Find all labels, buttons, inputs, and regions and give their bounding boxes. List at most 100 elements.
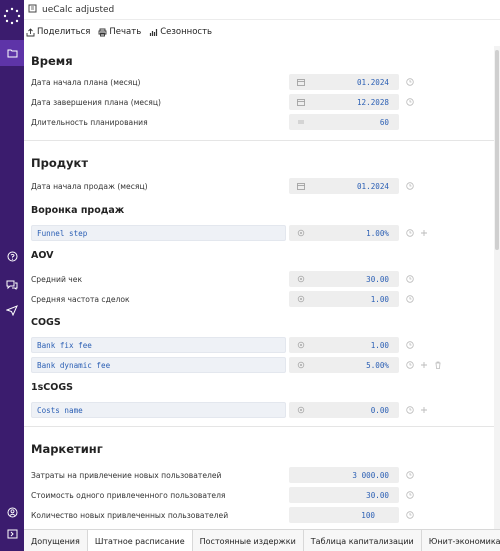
history-icon[interactable] <box>405 341 414 350</box>
field-value: 1.00% <box>366 228 389 238</box>
field-value: 12.2028 <box>356 97 389 107</box>
row-label: Количество новых привлеченных пользовате… <box>31 511 229 520</box>
sidebar <box>0 0 24 551</box>
title-bar: ueCalc adjusted <box>24 0 500 20</box>
subsection-title-funnel: Воронка продаж <box>31 205 125 216</box>
user-icon <box>7 507 17 517</box>
blank <box>296 471 305 480</box>
history-icon[interactable] <box>405 275 414 284</box>
history-icon[interactable] <box>405 182 414 191</box>
new-users-count-input[interactable]: 100 <box>289 507 399 523</box>
costs-item-name[interactable]: Costs name <box>31 402 286 418</box>
app-title: ueCalc adjusted <box>42 4 115 15</box>
printer-icon <box>98 28 107 36</box>
history-icon[interactable] <box>405 295 414 304</box>
add-icon[interactable] <box>419 361 428 370</box>
settings-icon <box>296 406 305 415</box>
history-icon[interactable] <box>405 491 414 500</box>
sidebar-item-chat[interactable] <box>0 274 24 294</box>
settings-icon <box>296 341 305 350</box>
field-value: 1.00 <box>370 294 389 304</box>
deal-frequency-input[interactable]: 1.00 <box>289 291 399 307</box>
calendar-icon <box>296 78 305 87</box>
row-label: Средняя частота сделок <box>31 295 130 304</box>
seasonality-label: Сезонность <box>160 27 213 37</box>
field-value: 100 <box>361 510 375 520</box>
divider <box>24 426 494 427</box>
avg-check-input[interactable]: 30.00 <box>289 271 399 287</box>
divider <box>24 140 494 141</box>
costs-name-input[interactable]: 0.00 <box>289 402 399 418</box>
delete-icon[interactable] <box>433 361 442 370</box>
field-value: 30.00 <box>366 490 389 500</box>
subsection-title-aov: AOV <box>31 250 54 261</box>
equals-icon <box>296 118 305 127</box>
acquisition-cost-input[interactable]: 3 000.00 <box>289 467 399 483</box>
bar-chart-icon <box>150 28 158 36</box>
plan-duration-field: 60 <box>289 114 399 130</box>
tab-fixed-costs[interactable]: Постоянные издержки <box>193 530 304 551</box>
field-value: 01.2024 <box>356 77 389 87</box>
share-button[interactable]: Поделиться <box>26 27 90 37</box>
print-label: Печать <box>109 27 142 37</box>
plan-start-input[interactable]: 01.2024 <box>289 74 399 90</box>
sidebar-item-account[interactable] <box>0 502 24 522</box>
settings-icon <box>296 361 305 370</box>
add-icon[interactable] <box>419 406 428 415</box>
scrollbar-thumb[interactable] <box>495 50 499 250</box>
section-title-marketing: Маркетинг <box>31 442 103 456</box>
history-icon[interactable] <box>405 229 414 238</box>
section-title-time: Время <box>31 54 73 68</box>
sidebar-item-help[interactable] <box>0 246 24 266</box>
tab-cap-table[interactable]: Таблица капитализации <box>304 530 422 551</box>
funnel-step-input[interactable]: 1.00% <box>289 225 399 241</box>
sidebar-item-send[interactable] <box>0 300 24 320</box>
field-value: 0.00 <box>370 405 389 415</box>
cost-per-user-input[interactable]: 30.00 <box>289 487 399 503</box>
tab-unit-economics[interactable]: Юнит-экономика <box>422 530 500 551</box>
print-button[interactable]: Печать <box>98 27 141 37</box>
sales-start-input[interactable]: 01.2024 <box>289 178 399 194</box>
sidebar-item-collapse[interactable] <box>0 524 24 544</box>
tab-staffing[interactable]: Штатное расписание <box>87 530 193 551</box>
bank-dynamic-fee-input[interactable]: 5.00% <box>289 357 399 373</box>
field-value: 30.00 <box>366 274 389 284</box>
field-value: 01.2024 <box>356 181 389 191</box>
cogs-item-name[interactable]: Bank dynamic fee <box>31 357 286 373</box>
history-icon[interactable] <box>405 406 414 415</box>
field-value: 60 <box>379 117 389 127</box>
toolbar: Поделиться Печать Сезонность <box>24 24 500 40</box>
history-icon[interactable] <box>405 511 414 520</box>
field-value: 3 000.00 <box>352 470 389 480</box>
add-icon[interactable] <box>419 229 428 238</box>
row-label: Дата начала продаж (месяц) <box>31 182 148 191</box>
row-label: Средний чек <box>31 275 83 284</box>
funnel-step-name[interactable]: Funnel step <box>31 225 286 241</box>
history-icon[interactable] <box>405 78 414 87</box>
app-logo-icon <box>2 6 22 26</box>
app-title-icon <box>28 4 37 16</box>
expand-icon <box>7 529 17 539</box>
tab-assumptions[interactable]: Допущения <box>24 530 88 551</box>
section-title-product: Продукт <box>31 156 89 170</box>
bank-fix-fee-input[interactable]: 1.00 <box>289 337 399 353</box>
calendar-icon <box>296 98 305 107</box>
send-icon <box>6 304 18 316</box>
row-label: Затраты на привлечение новых пользовател… <box>31 471 222 480</box>
row-label: Стоимость одного привлеченного пользоват… <box>31 491 226 500</box>
blank <box>296 491 305 500</box>
subsection-title-1scogs: 1sCOGS <box>31 382 73 393</box>
sheet-tabs: Допущения Штатное расписание Постоянные … <box>24 529 500 551</box>
plan-end-input[interactable]: 12.2028 <box>289 94 399 110</box>
blank <box>296 511 305 520</box>
assumptions-panel: Время Дата начала плана (месяц) 01.2024 … <box>24 46 494 529</box>
history-icon[interactable] <box>405 361 414 370</box>
sidebar-item-files[interactable] <box>0 40 24 66</box>
seasonality-button[interactable]: Сезонность <box>149 27 212 37</box>
cogs-item-name[interactable]: Bank fix fee <box>31 337 286 353</box>
history-icon[interactable] <box>405 98 414 107</box>
field-value: 1.00 <box>370 340 389 350</box>
settings-icon <box>296 229 305 238</box>
settings-icon <box>296 295 305 304</box>
history-icon[interactable] <box>405 471 414 480</box>
